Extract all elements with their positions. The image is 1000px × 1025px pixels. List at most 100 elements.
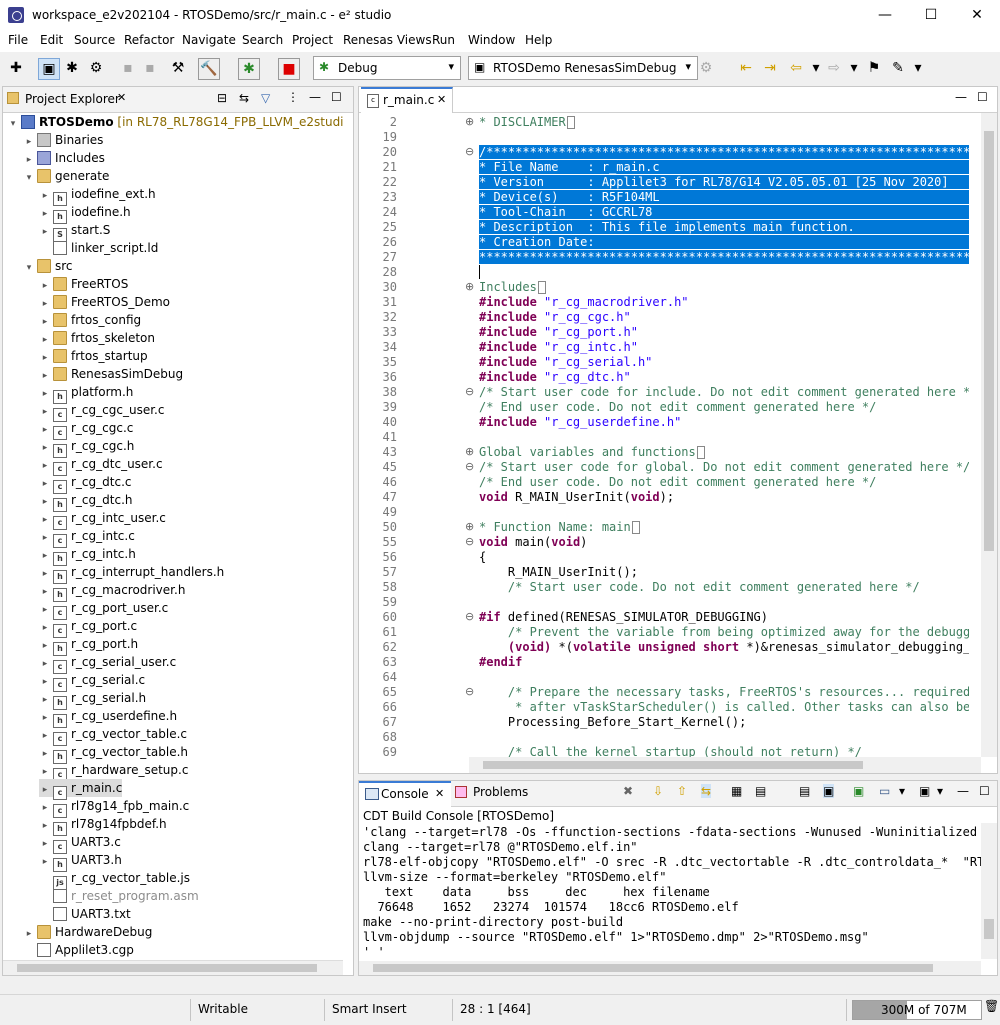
scrollbar-thumb[interactable] [17, 964, 317, 972]
folded-marker[interactable] [566, 116, 575, 129]
tree-item[interactable]: ▸ h r_cg_intc.h [39, 545, 136, 566]
close-icon[interactable]: ✕ [117, 91, 126, 104]
close-button[interactable]: ✕ [954, 0, 1000, 30]
project-root[interactable]: ▾ RTOSDemo [in RL78_RL78G14_FPB_LLVM_e2st… [7, 113, 343, 131]
next-annotation-icon[interactable]: ⇥ [760, 58, 780, 78]
build-config-select[interactable]: ✱ Debug ▾ [313, 56, 461, 80]
folded-marker[interactable] [537, 281, 546, 294]
display-dropdown-icon[interactable]: ▾ [899, 784, 905, 798]
tree-item[interactable]: ▸ c r_cg_intc.c [39, 527, 135, 548]
tree-item[interactable]: js r_cg_vector_table.js [39, 869, 190, 890]
tree-item[interactable]: ▸ h r_cg_interrupt_handlers.h [39, 563, 224, 584]
console-tab[interactable]: Console ✕ [359, 781, 451, 807]
debug-perspective-icon[interactable]: ✱ [62, 58, 82, 78]
new-console-icon[interactable]: ▣ [919, 784, 930, 798]
menu-search[interactable]: Search [242, 33, 283, 47]
fold-toggle-icon[interactable]: ⊖ [465, 460, 474, 473]
save-all-icon[interactable]: ▪ [140, 58, 160, 78]
tree-toggle[interactable]: ▾ [7, 115, 19, 133]
menu-file[interactable]: File [8, 33, 28, 47]
scrollbar-thumb[interactable] [483, 761, 863, 769]
pin-console-icon[interactable]: ▤ [755, 784, 766, 798]
menu-source[interactable]: Source [74, 33, 115, 47]
editor-vertical-scrollbar[interactable] [981, 113, 997, 757]
tree-item[interactable]: ▸ Includes [23, 149, 105, 167]
menu-edit[interactable]: Edit [40, 33, 63, 47]
console-vertical-scrollbar[interactable] [981, 823, 997, 959]
menu-renesas-views[interactable]: Renesas Views [343, 33, 432, 47]
fold-toggle-icon[interactable]: ⊖ [465, 685, 474, 698]
team-icon[interactable]: ⚙ [86, 58, 106, 78]
tree-item[interactable]: ▸ c r_cg_serial.c [39, 671, 145, 692]
clear-console-icon[interactable]: ✖ [623, 784, 633, 798]
tree-item[interactable]: ▸ c r_cg_port_user.c [39, 599, 168, 620]
scroll-lock-icon[interactable]: ⇆ [701, 784, 712, 798]
tree-item[interactable]: ▸ c r_hardware_setup.c [39, 761, 188, 782]
forward-icon[interactable]: ⇨ [824, 58, 844, 78]
editor-tab-r-main[interactable]: c r_main.c ✕ [361, 87, 453, 113]
save-icon[interactable]: ▪ [118, 58, 138, 78]
display-console-icon[interactable]: ▭ [879, 784, 890, 798]
tree-item[interactable]: ▸ c r_cg_intc_user.c [39, 509, 166, 530]
menu-help[interactable]: Help [525, 33, 552, 47]
tree-item[interactable]: ▸ c UART3.c [39, 833, 121, 854]
scrollbar-thumb[interactable] [373, 964, 933, 972]
tree-item[interactable]: ▸ h r_cg_serial.h [39, 689, 146, 710]
copy-build-log-icon[interactable]: ▦ [731, 784, 742, 798]
menu-run[interactable]: Run [432, 33, 455, 47]
tree-toggle[interactable]: ▾ [23, 169, 35, 187]
menu-refactor[interactable]: Refactor [124, 33, 174, 47]
console-output[interactable]: 'clang --target=rl78 -Os -ffunction-sect… [359, 823, 981, 959]
tree-item[interactable]: ▸ h r_cg_port.h [39, 635, 138, 656]
prev-error-icon[interactable]: ⇩ [653, 784, 663, 798]
fold-toggle-icon[interactable]: ⊕ [465, 115, 474, 128]
close-icon[interactable]: ✕ [437, 93, 446, 106]
stop-icon[interactable]: ■ [278, 58, 300, 80]
tree-item[interactable]: ▸ c rl78g14_fpb_main.c [39, 797, 189, 818]
external-tools-icon[interactable]: ⚑ [864, 58, 884, 78]
wand-icon[interactable]: ✎ [888, 58, 908, 78]
build-all-icon[interactable]: ⚒ [168, 58, 188, 78]
menu-project[interactable]: Project [292, 33, 333, 47]
word-wrap-icon[interactable]: ▤ [799, 784, 810, 798]
view-menu-icon[interactable]: ⋮ [287, 90, 299, 104]
tree-item[interactable]: ▸ c r_cg_dtc_user.c [39, 455, 163, 476]
tree-item[interactable]: ▸ c r_cg_vector_table.c [39, 725, 187, 746]
link-editor-icon[interactable]: ⇆ [239, 91, 249, 105]
fold-toggle-icon[interactable]: ⊖ [465, 535, 474, 548]
tree-item[interactable]: ▸ h rl78g14fpbdef.h [39, 815, 167, 836]
fold-toggle-icon[interactable]: ⊖ [465, 385, 474, 398]
fold-toggle-icon[interactable]: ⊕ [465, 280, 474, 293]
console-horizontal-scrollbar[interactable] [359, 961, 981, 975]
tree-item[interactable]: UART3.txt [39, 905, 131, 923]
minimize-button[interactable]: — [862, 0, 908, 30]
fold-toggle-icon[interactable]: ⊖ [465, 610, 474, 623]
tree-item[interactable]: ▸ h r_cg_dtc.h [39, 491, 133, 512]
tree-item[interactable]: ▸ h r_cg_vector_table.h [39, 743, 188, 764]
tree-item[interactable]: ▸ RenesasSimDebug [39, 365, 183, 383]
new-console-dropdown-icon[interactable]: ▾ [937, 784, 943, 798]
tree-item[interactable]: ▸ frtos_config [39, 311, 141, 329]
tree-item[interactable]: ▸ frtos_startup [39, 347, 148, 365]
tree-item[interactable]: ▸ h r_cg_macrodriver.h [39, 581, 185, 602]
fold-toggle-icon[interactable]: ⊕ [465, 445, 474, 458]
fold-toggle-icon[interactable]: ⊖ [465, 145, 474, 158]
tree-item[interactable]: ▸ c r_cg_serial_user.c [39, 653, 176, 674]
menu-navigate[interactable]: Navigate [182, 33, 236, 47]
show-console-icon[interactable]: ▣ [823, 784, 835, 798]
tree-item[interactable]: ▸ HardwareDebug [23, 923, 152, 941]
folded-marker[interactable] [631, 521, 640, 534]
tree-item[interactable]: ▸ c r_cg_dtc.c [39, 473, 131, 494]
c-perspective-icon[interactable]: ▣ [38, 58, 60, 80]
maximize-view-icon[interactable]: ☐ [979, 784, 990, 798]
maximize-view-icon[interactable]: ☐ [977, 90, 988, 104]
tree-item[interactable]: ▸ c r_cg_port.c [39, 617, 137, 638]
maximize-view-icon[interactable]: ☐ [331, 90, 342, 104]
forward-dropdown-icon[interactable]: ▾ [844, 58, 864, 78]
wand-dropdown-icon[interactable]: ▾ [908, 58, 928, 78]
menu-window[interactable]: Window [468, 33, 515, 47]
launch-config-select[interactable]: ▣ RTOSDemo RenesasSimDebug ▾ [468, 56, 698, 80]
maximize-button[interactable]: ☐ [908, 0, 954, 30]
tree-item[interactable]: ▾ src [23, 257, 73, 275]
tree-horizontal-scrollbar[interactable] [3, 960, 343, 975]
